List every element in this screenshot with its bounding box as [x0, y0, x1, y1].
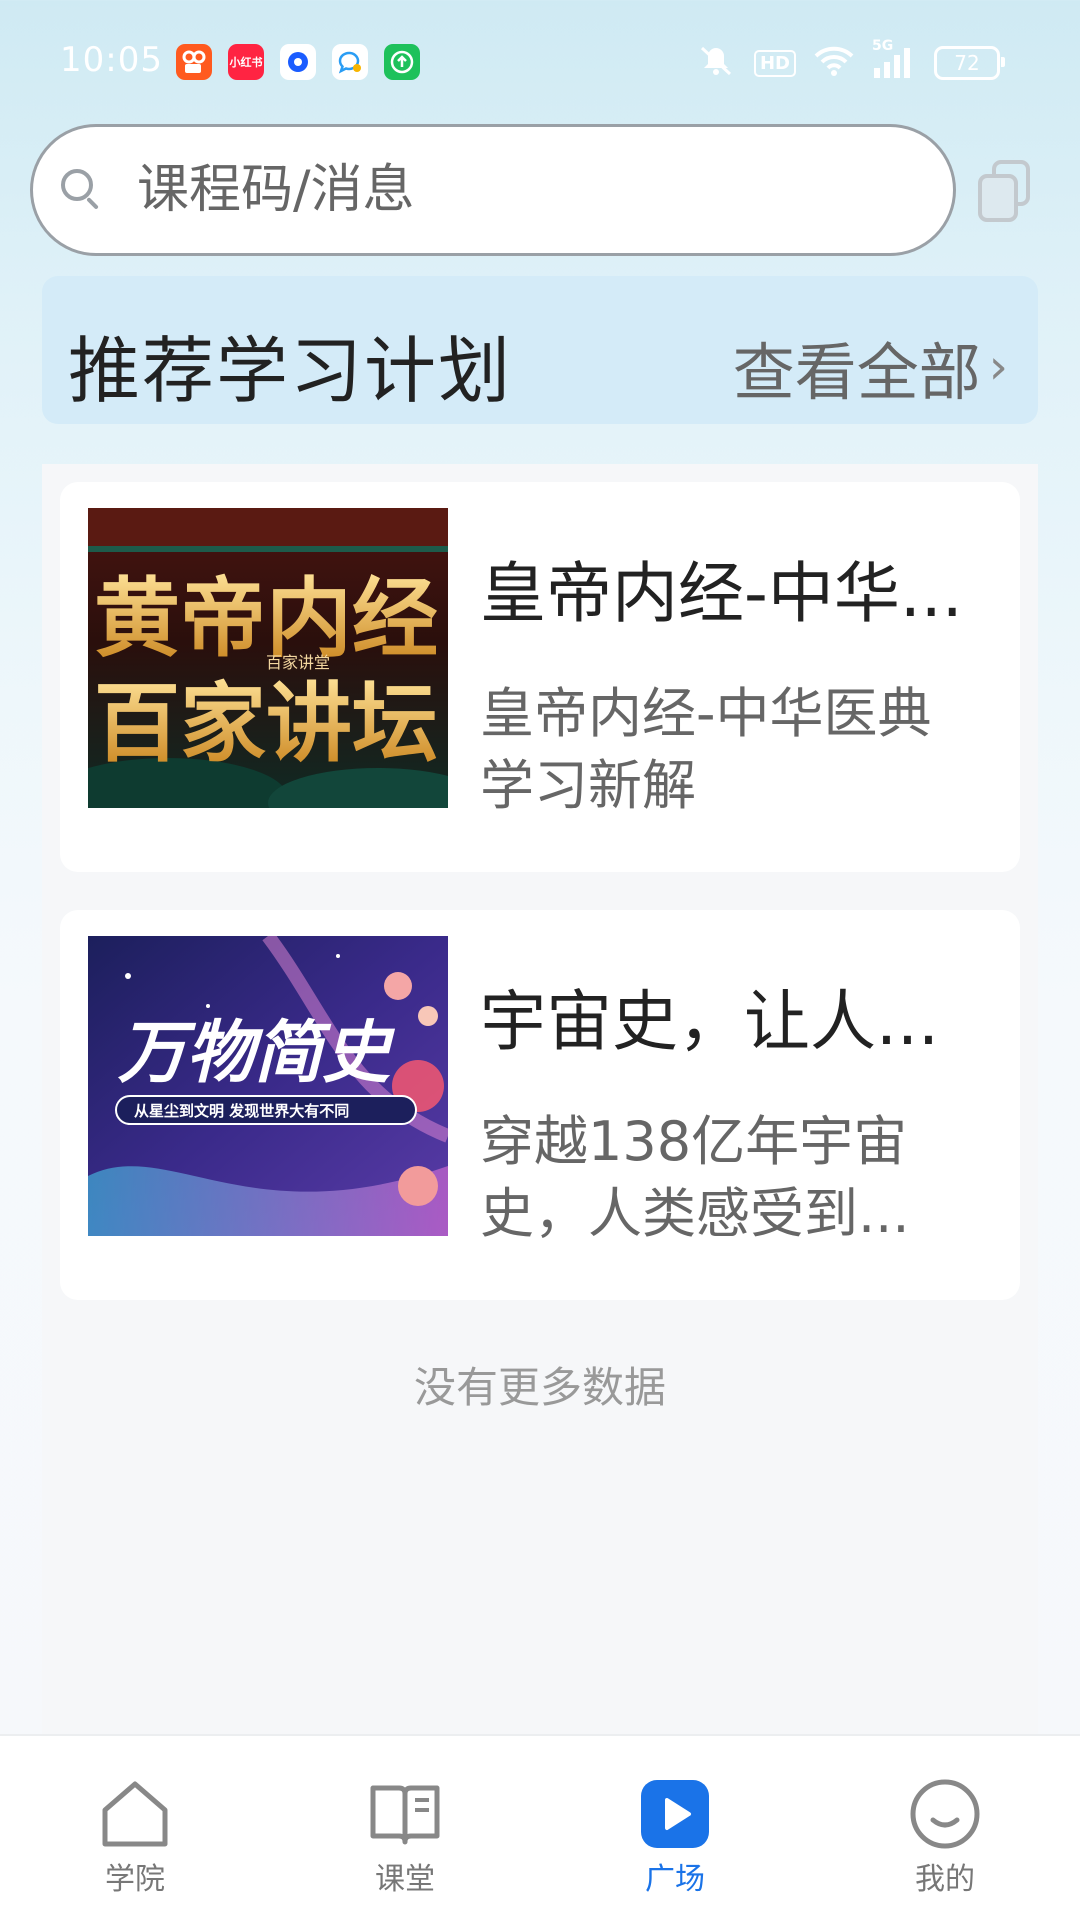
- course-card[interactable]: 黄帝内经 百家讲堂 百家讲坛 皇帝内经-中华... 皇帝内经-中华医典学习新解: [60, 482, 1020, 872]
- thumb-sub: 从星尘到文明 发现世界大有不同: [134, 1102, 349, 1120]
- search-input[interactable]: [135, 159, 839, 221]
- smile-icon: [907, 1776, 983, 1852]
- message-icon: [332, 44, 368, 80]
- tab-label: 学院: [105, 1862, 165, 1897]
- tab-mine[interactable]: 我的: [885, 1776, 1005, 1898]
- search-bar[interactable]: [30, 124, 956, 256]
- battery-level: 72: [954, 51, 980, 75]
- mute-icon: [696, 44, 736, 82]
- status-time: 10:05: [60, 40, 163, 80]
- thumb-title: 万物简史: [118, 1014, 396, 1093]
- thumb-title-2: 百家讲坛: [94, 673, 438, 774]
- home-icon: [97, 1776, 173, 1852]
- hd-badge: HD: [753, 49, 796, 77]
- view-all-link[interactable]: 查看全部 ›: [733, 322, 1008, 412]
- tab-label: 广场: [645, 1862, 705, 1897]
- search-icon: [61, 169, 103, 211]
- kuaishou-icon: [176, 44, 212, 80]
- play-icon: [637, 1776, 713, 1852]
- course-title: 皇帝内经-中华...: [480, 555, 963, 632]
- course-thumbnail: 万物简史 从星尘到文明 发现世界大有不同: [88, 936, 448, 1236]
- course-description: 皇帝内经-中华医典学习新解: [480, 682, 932, 817]
- no-more-data: 没有更多数据: [413, 1363, 666, 1412]
- xiaohongshu-icon: 小红书: [228, 44, 264, 80]
- thumb-sub-1: 百家讲堂: [266, 653, 330, 672]
- tab-label: 我的: [915, 1862, 975, 1897]
- status-bar: 10:05 小红书 HD 5G 72: [0, 0, 1080, 124]
- bottom-tab-bar: 学院 课堂 广场 我的: [0, 1734, 1080, 1922]
- chevron-right-icon: ›: [988, 339, 1008, 395]
- course-title: 宇宙史，让人...: [480, 983, 939, 1060]
- upload-icon: [384, 44, 420, 80]
- book-icon: [367, 1776, 443, 1852]
- plan-list: 黄帝内经 百家讲堂 百家讲坛 皇帝内经-中华... 皇帝内经-中华医典学习新解: [42, 464, 1038, 1734]
- plan-header: 推荐学习计划 查看全部 ›: [42, 276, 1038, 424]
- course-description: 穿越138亿年宇宙史，人类感受到...: [480, 1110, 910, 1245]
- tab-classroom[interactable]: 课堂: [345, 1776, 465, 1898]
- wifi-icon: [814, 46, 854, 80]
- battery-icon: 72: [934, 46, 1005, 80]
- xiaohongshu-label: 小红书: [229, 56, 263, 69]
- app-blue-icon: [280, 44, 316, 80]
- system-icons: HD 5G 72: [696, 38, 1005, 82]
- tab-plaza[interactable]: 广场: [615, 1776, 735, 1898]
- copy-icon[interactable]: [978, 160, 1034, 224]
- section-title: 推荐学习计划: [68, 329, 513, 413]
- tab-label: 课堂: [375, 1862, 435, 1897]
- course-card[interactable]: 万物简史 从星尘到文明 发现世界大有不同 宇宙史，让人... 穿越138亿年宇宙…: [60, 910, 1020, 1300]
- course-thumbnail: 黄帝内经 百家讲堂 百家讲坛: [88, 508, 448, 808]
- notification-icons: 小红书: [176, 44, 420, 80]
- network-type: 5G: [872, 38, 894, 54]
- signal-icon: 5G: [872, 38, 916, 80]
- view-all-label: 查看全部: [732, 336, 981, 409]
- tab-academy[interactable]: 学院: [75, 1776, 195, 1898]
